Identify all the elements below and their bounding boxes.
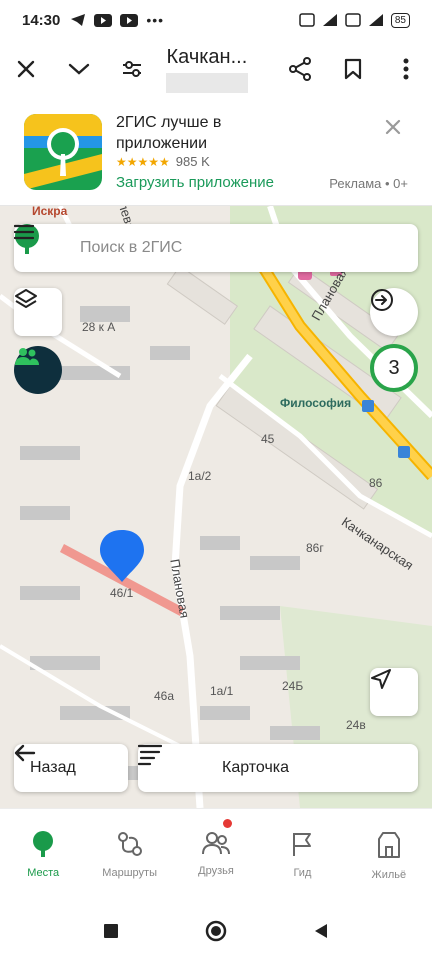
nav-item-places[interactable]: Места: [0, 809, 86, 902]
poi-label-filosofia: Философия: [280, 396, 352, 410]
browser-toolbar: Качкан...: [0, 40, 432, 98]
home-circle-icon[interactable]: [205, 920, 227, 942]
download-app-link[interactable]: Загрузить приложение: [116, 174, 274, 191]
login-button[interactable]: [370, 288, 418, 336]
bookmark-icon: [344, 58, 361, 80]
nav-item-routes[interactable]: Маршруты: [86, 809, 172, 902]
nav-label-guide: Гид: [293, 867, 312, 879]
page-title-area[interactable]: Качкан...: [166, 45, 257, 93]
nav-item-housing[interactable]: Жильё: [346, 809, 432, 902]
card-button[interactable]: Карточка: [138, 744, 418, 792]
collapse-button[interactable]: [53, 40, 106, 98]
building-label-24b: 24Б: [282, 679, 304, 693]
ad-close-icon[interactable]: [384, 118, 402, 136]
nav-label-places: Места: [27, 867, 60, 879]
card-label: Карточка: [222, 759, 290, 776]
back-label: Назад: [30, 759, 76, 776]
volte-icon-2: [345, 13, 361, 27]
menu-button[interactable]: [14, 224, 418, 272]
map-view[interactable]: Искра левая 28 к А Философия 45 86 86г 1…: [0, 206, 432, 808]
page-title: Качкан...: [166, 46, 248, 68]
map-canvas: [0, 206, 432, 808]
more-menu-button[interactable]: [379, 40, 432, 98]
ad-title: 2ГИС лучше в приложении: [116, 114, 222, 152]
building-label-46a: 46а: [154, 689, 175, 703]
building-label-1a1: 1а/1: [210, 684, 234, 698]
building-label-28ka: 28 к А: [82, 320, 116, 334]
nav-item-guide[interactable]: Гид: [259, 809, 345, 902]
ad-rating: ★★★★★ 985 K: [116, 154, 210, 169]
places-icon: [33, 831, 54, 857]
nav-label-routes: Маршруты: [102, 867, 157, 879]
building-label-45: 45: [261, 432, 275, 446]
telegram-icon: [71, 14, 86, 26]
nav-label-housing: Жильё: [371, 869, 407, 881]
my-location-button[interactable]: [370, 668, 418, 716]
back-triangle-icon[interactable]: [314, 923, 328, 939]
bookmark-button[interactable]: [326, 40, 379, 98]
hamburger-icon: [14, 224, 34, 240]
close-tab-button[interactable]: [0, 40, 53, 98]
page-settings-button[interactable]: [106, 40, 159, 98]
building-label-86g: 86г: [306, 541, 324, 555]
share-button[interactable]: [274, 40, 327, 98]
results-count-badge[interactable]: 3: [370, 344, 418, 392]
arrow-left-icon: [14, 744, 36, 762]
building-label-1a2: 1а/2: [188, 469, 212, 483]
chevron-down-icon: [69, 63, 90, 75]
guide-flag-icon: [293, 833, 312, 856]
ad-label: Реклама • 0+: [329, 176, 408, 191]
bottom-navigation: Места Маршруты Друзья Гид Жильё: [0, 808, 432, 902]
nav-label-friends: Друзья: [198, 865, 234, 877]
map-search-bar[interactable]: Поиск в 2ГИС: [14, 224, 418, 272]
signal-icon: [322, 14, 337, 26]
notification-dot: [222, 819, 232, 828]
building-label-86: 86: [369, 476, 383, 490]
status-bar: 14:30 ••• 85: [0, 0, 432, 40]
routes-icon: [117, 832, 142, 856]
search-input[interactable]: Поиск в 2ГИС: [80, 239, 366, 257]
more-vertical-icon: [403, 58, 409, 80]
building-label-24v: 24в: [346, 718, 366, 732]
ad-reviews: 985 K: [175, 154, 210, 169]
friends-icon: [15, 348, 39, 365]
app-ad-banner[interactable]: 2ГИС лучше в приложении ★★★★★ 985 K Загр…: [0, 98, 432, 206]
housing-icon: [377, 832, 400, 858]
settings-sliders-icon: [123, 61, 142, 77]
nav-item-friends[interactable]: Друзья: [173, 809, 259, 902]
rating-stars-icon: ★★★★★: [116, 154, 170, 169]
battery-icon: 85: [390, 12, 410, 28]
more-notifications-icon: •••: [146, 12, 165, 28]
friends-icon: [202, 832, 231, 855]
share-icon: [288, 57, 311, 81]
system-navigation: [0, 902, 432, 960]
url-bar: [166, 73, 249, 93]
navigation-arrow-icon: [371, 669, 391, 689]
card-icon: [138, 744, 162, 766]
login-icon: [371, 289, 393, 311]
close-icon: [18, 60, 35, 78]
friends-on-map-button[interactable]: [14, 346, 62, 394]
volte-icon: [299, 13, 315, 27]
layers-button[interactable]: [14, 288, 62, 336]
signal-icon-2: [368, 14, 383, 26]
recents-square-icon[interactable]: [103, 924, 118, 938]
youtube-icon-2: [120, 13, 139, 27]
status-time: 14:30: [22, 11, 61, 29]
map-label-iskra: Искра: [32, 206, 68, 218]
back-button[interactable]: Назад: [14, 744, 128, 792]
2gis-app-logo: [24, 114, 102, 190]
building-label-46-1: 46/1: [110, 586, 134, 600]
youtube-icon: [94, 13, 113, 27]
layers-icon: [15, 289, 37, 308]
